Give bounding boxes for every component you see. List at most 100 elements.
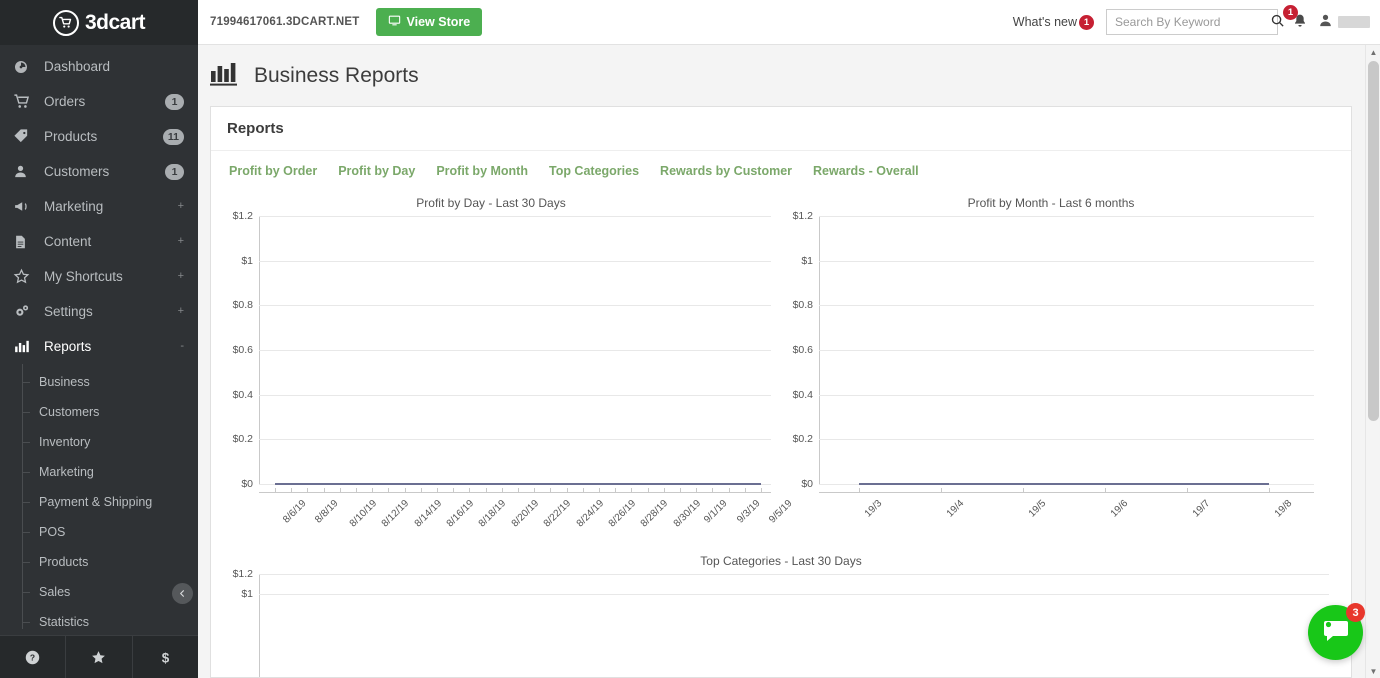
expand-icon[interactable]: + [178,201,184,212]
brand-logo[interactable]: 3dcart [52,9,146,36]
chart-x-axis: 8/6/19 8/8/19 8/10/19 8/12/19 8/14/19 8/16/19… [259,484,795,546]
chart-x-minor-tick [485,488,487,493]
collapse-icon[interactable]: - [180,341,184,352]
tab-profit-by-month[interactable]: Profit by Month [436,164,528,178]
chart-x-tick [728,488,730,493]
page-scrollbar[interactable]: ▲ ▼ [1365,45,1380,678]
sidebar-item-products[interactable]: Products 11 [0,119,198,154]
sidebar-item-settings[interactable]: Settings + [0,294,198,329]
account-name[interactable] [1338,16,1370,28]
chat-button[interactable]: 3 [1308,603,1365,660]
tab-top-categories[interactable]: Top Categories [549,164,639,178]
tab-rewards-overall[interactable]: Rewards - Overall [813,164,919,178]
chart-title: Profit by Day - Last 30 Days [416,196,566,210]
chart-x-minor-tick [356,488,357,493]
sidebar-subitem-sales[interactable]: Sales [0,577,198,607]
expand-icon[interactable]: + [178,306,184,317]
cart-circle-icon [52,9,79,36]
brand-name: 3dcart [84,10,146,34]
logo-area[interactable]: 3dcart [0,0,198,45]
chart-gridline [259,305,771,307]
chart-x-tick-label: 9/1/19 [702,498,730,526]
chart-x-minor-tick [744,488,746,493]
chart-x-tick-label: 8/12/19 [379,498,412,530]
chart-x-tick [469,488,471,493]
chart-gridline [819,350,1314,351]
view-store-button[interactable]: View Store [375,8,483,36]
report-tabs: Profit by Order Profit by Day Profit by … [211,151,1351,186]
chart-gridline [259,216,771,217]
star-icon [13,268,35,285]
sidebar-item-dashboard[interactable]: Dashboard [0,49,198,84]
chart-x-tick [275,488,276,493]
reports-panel: Reports Profit by Order Profit by Day Pr… [210,106,1352,678]
chart-y-tick-label: $1.2 [792,210,813,222]
chart-x-tick [372,488,374,493]
chart-y-tick-label: $0.8 [792,299,813,312]
chat-bubble-icon [1322,618,1350,647]
chart-x-minor-tick [615,488,617,493]
sidebar-item-content[interactable]: Content + [0,224,198,259]
chart-x-tick [566,488,568,493]
chart-y-tick-label: $1.2 [232,568,253,580]
whats-new-link[interactable]: What's new 1 [1013,14,1094,30]
user-icon[interactable] [1318,13,1333,31]
sidebar-subitem-customers[interactable]: Customers [0,397,198,427]
sidebar-badge-customers: 1 [165,163,184,180]
sidebar-subitem-inventory[interactable]: Inventory [0,427,198,457]
chart-profit-by-day: Profit by Day - Last 30 Days $0 $0.2 $0.4 $… [211,186,795,546]
dollar-icon[interactable]: $ [133,636,198,678]
sidebar-subitem-business[interactable]: Business [0,367,198,397]
chart-x-tick-label: 19/6 [1108,498,1131,520]
scroll-down-arrow[interactable]: ▼ [1366,664,1380,678]
gears-icon [13,303,35,320]
scroll-thumb[interactable] [1368,61,1379,421]
tab-rewards-by-customer[interactable]: Rewards by Customer [660,164,792,178]
chart-x-tick-label: 19/8 [1272,498,1295,520]
star-icon[interactable] [66,636,133,678]
chart-gridline [259,574,1329,575]
chart-x-tick [599,488,600,493]
search-box[interactable] [1106,9,1284,35]
store-url: 71994617061.3DCART.NET [210,16,360,28]
chart-x-tick [307,488,309,493]
search-input[interactable] [1115,15,1270,29]
document-icon [13,234,35,250]
chart-x-tick [437,488,438,493]
chat-badge: 3 [1346,603,1365,622]
scroll-up-arrow[interactable]: ▲ [1366,45,1380,59]
sidebar-subitem-statistics[interactable]: Statistics [0,607,198,635]
expand-icon[interactable]: + [178,271,184,282]
sidebar-item-my-shortcuts[interactable]: My Shortcuts + [0,259,198,294]
notifications-button[interactable]: 1 [1283,4,1308,32]
expand-icon[interactable]: + [178,236,184,247]
sidebar-subitem-marketing[interactable]: Marketing [0,457,198,487]
chart-x-tick [696,488,698,493]
sidebar-item-orders[interactable]: Orders 1 [0,84,198,119]
tab-profit-by-order[interactable]: Profit by Order [229,164,317,178]
main-area: 71994617061.3DCART.NET View Store What's… [198,0,1380,678]
chart-x-tick [631,488,633,493]
sidebar-item-label: Marketing [44,199,104,214]
sidebar-item-reports[interactable]: Reports - [0,329,198,364]
chart-x-axis: 19/3 19/4 19/5 19/6 19/7 19/8 [819,484,1314,546]
chart-y-tick-label: $0.6 [792,344,813,356]
chart-y-tick-label: $1 [801,254,813,267]
chart-gridline [259,350,771,351]
chart-x-tick-label: 19/7 [1190,498,1213,520]
sidebar-subitem-payment-shipping[interactable]: Payment & Shipping [0,487,198,517]
sidebar-item-label: Orders [44,94,86,109]
panel-title: Reports [227,120,284,137]
help-icon[interactable]: ? [0,636,67,678]
sidebar-collapse-button[interactable] [172,583,193,604]
sidebar-item-marketing[interactable]: Marketing + [0,189,198,224]
sidebar-subitem-products[interactable]: Products [0,547,198,577]
sidebar-item-customers[interactable]: Customers 1 [0,154,198,189]
tab-profit-by-day[interactable]: Profit by Day [338,164,415,178]
sidebar-item-label: Reports [44,339,92,354]
sidebar-footer: ? $ [0,635,198,678]
chart-x-tick-label: 8/30/19 [671,498,703,530]
reports-submenu: Business Customers Inventory Marketing P… [0,364,198,635]
sidebar-subitem-pos[interactable]: POS [0,517,198,547]
chart-x-tick [534,488,536,493]
